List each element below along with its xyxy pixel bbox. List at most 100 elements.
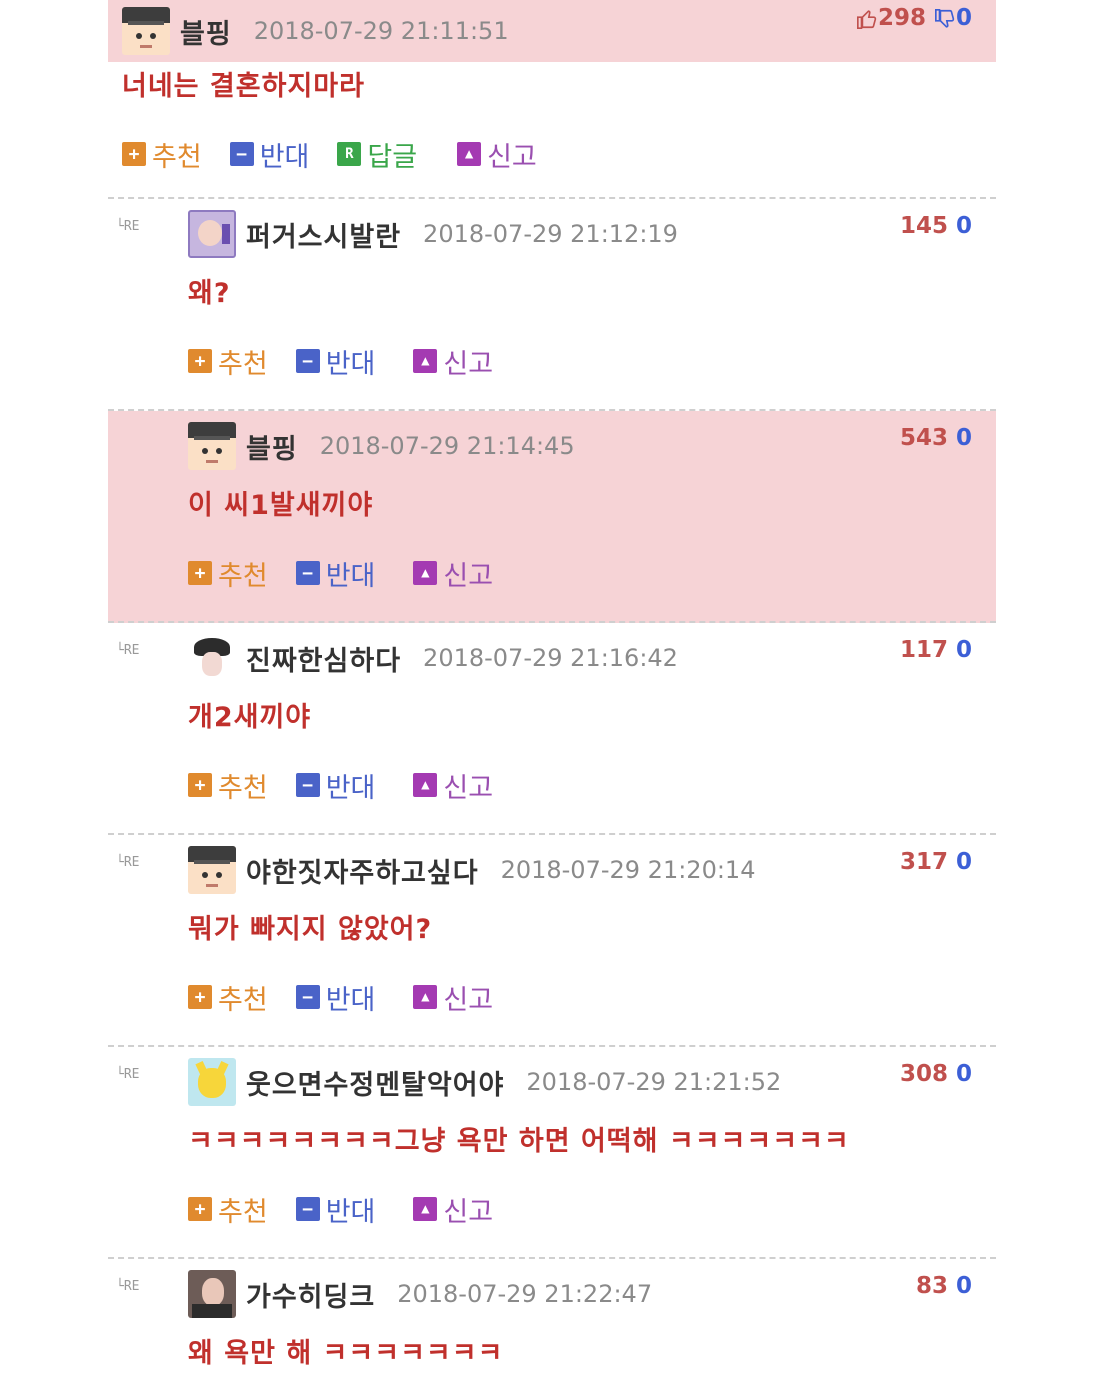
dislike-count: 0	[934, 5, 972, 31]
oppose-button[interactable]: − 반대	[295, 342, 375, 381]
timestamp: 2018-07-29 21:21:52	[526, 1068, 782, 1096]
reply-indicator: └RE	[116, 643, 140, 658]
thumbs-up-icon	[856, 9, 877, 29]
plus-icon: +	[188, 1197, 212, 1221]
siren-icon: ▲	[413, 1197, 438, 1221]
siren-icon: ▲	[413, 985, 438, 1009]
report-button[interactable]: ▲ 신고	[413, 978, 493, 1017]
comment-text: 너네는 결혼하지마라	[122, 71, 365, 102]
like-count: 317	[899, 849, 948, 875]
timestamp: 2018-07-29 21:20:14	[500, 856, 756, 884]
avatar[interactable]	[122, 7, 170, 55]
author-name[interactable]: 가수히딩크	[246, 1275, 375, 1314]
vote-counts: 83 0	[916, 1273, 972, 1299]
like-count: 145	[899, 213, 948, 239]
minus-icon: −	[295, 349, 320, 373]
comment-header: 퍼거스시발란 2018-07-29 21:12:19 145 0	[188, 199, 996, 269]
report-button[interactable]: ▲ 신고	[413, 766, 493, 805]
recommend-button[interactable]: + 추천	[188, 554, 268, 593]
comment-text: 왜?	[188, 278, 231, 309]
dislike-count: 0	[955, 849, 972, 875]
comment-text: ㅋㅋㅋㅋㅋㅋㅋㅋ그냥 욕만 하면 어떡해 ㅋㅋㅋㅋㅋㅋㅋ	[188, 1126, 850, 1157]
like-count: 83	[915, 1273, 948, 1299]
comment-header: 블핑 2018-07-29 21:14:45 543 0	[188, 411, 996, 481]
vote-counts: 543 0	[900, 425, 972, 451]
plus-icon: +	[122, 142, 146, 166]
dislike-count: 0	[955, 637, 972, 663]
comment-item: └RE 야한짓자주하고싶다 2018-07-29 21:20:14 317 0 …	[108, 835, 996, 1047]
like-count: 308	[899, 1061, 948, 1087]
reply-indicator: └RE	[116, 1279, 140, 1294]
oppose-button[interactable]: − 반대	[295, 978, 375, 1017]
reply-button[interactable]: R 답글	[337, 135, 417, 174]
report-button[interactable]: ▲ 신고	[457, 135, 537, 174]
plus-icon: +	[188, 773, 212, 797]
comment-header: 야한짓자주하고싶다 2018-07-29 21:20:14 317 0	[188, 835, 996, 905]
avatar[interactable]	[188, 1270, 236, 1318]
comment-actions: + 추천 − 반대 ▲ 신고	[188, 753, 996, 817]
timestamp: 2018-07-29 21:11:51	[253, 17, 509, 45]
reply-indicator: └RE	[116, 219, 140, 234]
comment-thread: 블핑 2018-07-29 21:11:51 298 0 너네는 결혼하지마라 …	[108, 0, 996, 1399]
oppose-button[interactable]: − 반대	[295, 554, 375, 593]
comment-text: 이 씨1발새끼야	[188, 490, 374, 521]
comment-header: 웃으면수정멘탈악어야 2018-07-29 21:21:52 308 0	[188, 1047, 996, 1117]
author-name[interactable]: 진짜한심하다	[246, 639, 401, 678]
dislike-count: 0	[955, 1061, 972, 1087]
comment-item: 블핑 2018-07-29 21:14:45 543 0 이 씨1발새끼야 + 추…	[108, 411, 996, 623]
recommend-button[interactable]: + 추천	[122, 135, 202, 174]
vote-counts: 117 0	[900, 637, 972, 663]
thumbs-down-icon	[934, 8, 955, 28]
vote-counts: 145 0	[900, 213, 972, 239]
author-name[interactable]: 웃으면수정멘탈악어야	[246, 1063, 504, 1102]
report-button[interactable]: ▲ 신고	[413, 1190, 493, 1229]
reply-indicator: └RE	[116, 855, 140, 870]
oppose-button[interactable]: − 반대	[295, 766, 375, 805]
plus-icon: +	[188, 349, 212, 373]
avatar[interactable]	[188, 422, 236, 470]
minus-icon: −	[295, 1197, 320, 1221]
oppose-button[interactable]: − 반대	[295, 1190, 375, 1229]
comment-item: └RE 웃으면수정멘탈악어야 2018-07-29 21:21:52 308 0…	[108, 1047, 996, 1259]
author-name[interactable]: 블핑	[246, 427, 298, 466]
vote-counts: 317 0	[900, 849, 972, 875]
plus-icon: +	[188, 561, 212, 585]
avatar[interactable]	[188, 210, 236, 258]
dislike-count: 0	[955, 1273, 972, 1299]
vote-counts: 298 0	[856, 5, 972, 31]
recommend-button[interactable]: + 추천	[188, 1190, 268, 1229]
comment-text: 왜 욕만 해 ㅋㅋㅋㅋㅋㅋㅋ	[188, 1338, 504, 1369]
recommend-button[interactable]: + 추천	[188, 342, 268, 381]
author-name[interactable]: 블핑	[180, 12, 232, 51]
report-button[interactable]: ▲ 신고	[413, 342, 493, 381]
dislike-count: 0	[955, 213, 972, 239]
report-button[interactable]: ▲ 신고	[413, 554, 493, 593]
author-name[interactable]: 퍼거스시발란	[246, 215, 401, 254]
author-name[interactable]: 야한짓자주하고싶다	[246, 851, 479, 890]
reply-indicator: └RE	[116, 1067, 140, 1082]
comment-text: 개2새끼야	[188, 702, 312, 733]
siren-icon: ▲	[457, 142, 482, 166]
siren-icon: ▲	[413, 773, 438, 797]
minus-icon: −	[229, 142, 254, 166]
plus-icon: +	[188, 985, 212, 1009]
recommend-button[interactable]: + 추천	[188, 978, 268, 1017]
vote-counts: 308 0	[900, 1061, 972, 1087]
comment-actions: + 추천 − 반대 ▲ 신고	[188, 541, 996, 605]
timestamp: 2018-07-29 21:16:42	[423, 644, 678, 672]
siren-icon: ▲	[413, 561, 438, 585]
comment-item: └RE 진짜한심하다 2018-07-29 21:16:42 117 0 개2새…	[108, 623, 996, 835]
oppose-button[interactable]: − 반대	[229, 135, 309, 174]
avatar[interactable]	[188, 1058, 236, 1106]
timestamp: 2018-07-29 21:14:45	[319, 432, 575, 460]
comment-header: 진짜한심하다 2018-07-29 21:16:42 117 0	[188, 623, 996, 693]
avatar[interactable]	[188, 846, 236, 894]
avatar[interactable]	[188, 634, 236, 682]
comment-header: 블핑 2018-07-29 21:11:51 298 0	[122, 0, 996, 62]
comment-header: 가수히딩크 2018-07-29 21:22:47 83 0	[188, 1259, 996, 1329]
timestamp: 2018-07-29 21:22:47	[397, 1280, 653, 1308]
recommend-button[interactable]: + 추천	[188, 766, 268, 805]
comment-item: 블핑 2018-07-29 21:11:51 298 0 너네는 결혼하지마라 …	[108, 0, 996, 199]
like-count: 298	[856, 5, 926, 31]
comment-actions: + 추천 − 반대 ▲ 신고	[188, 965, 996, 1029]
